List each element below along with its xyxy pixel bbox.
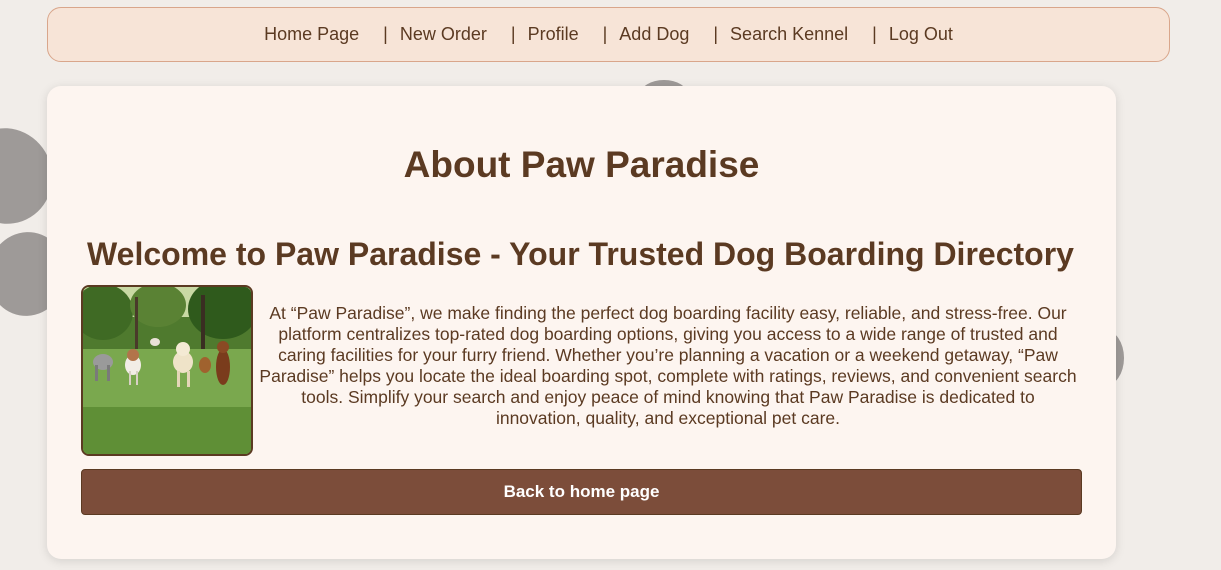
nav-search-kennel-link[interactable]: Search Kennel (718, 24, 860, 45)
nav-separator: | (713, 24, 719, 44)
back-to-home-button[interactable]: Back to home page (81, 469, 1082, 515)
nav-add-dog-link[interactable]: Add Dog (607, 24, 701, 45)
nav-separator: | (872, 24, 877, 44)
welcome-heading: Welcome to Paw Paradise - Your Trusted D… (87, 236, 1074, 272)
top-navigation-bar: Home Page | New Order | Profile | Add Do… (47, 7, 1170, 62)
dogs-in-park-image (81, 285, 253, 456)
nav-profile-link[interactable]: Profile (516, 24, 591, 45)
page-title: About Paw Paradise (403, 144, 760, 185)
nav-separator: | (383, 24, 388, 44)
nav-separator: | (602, 24, 608, 44)
nav-separator: | (510, 24, 516, 44)
nav-new-order-link[interactable]: New Order (388, 24, 499, 45)
nav-home-page-link[interactable]: Home Page (252, 24, 371, 45)
about-card: About Paw Paradise Welcome to Paw Paradi… (47, 86, 1116, 559)
nav-log-out-link[interactable]: Log Out (877, 24, 965, 45)
about-description: At “Paw Paradise”, we make finding the p… (259, 303, 1077, 428)
